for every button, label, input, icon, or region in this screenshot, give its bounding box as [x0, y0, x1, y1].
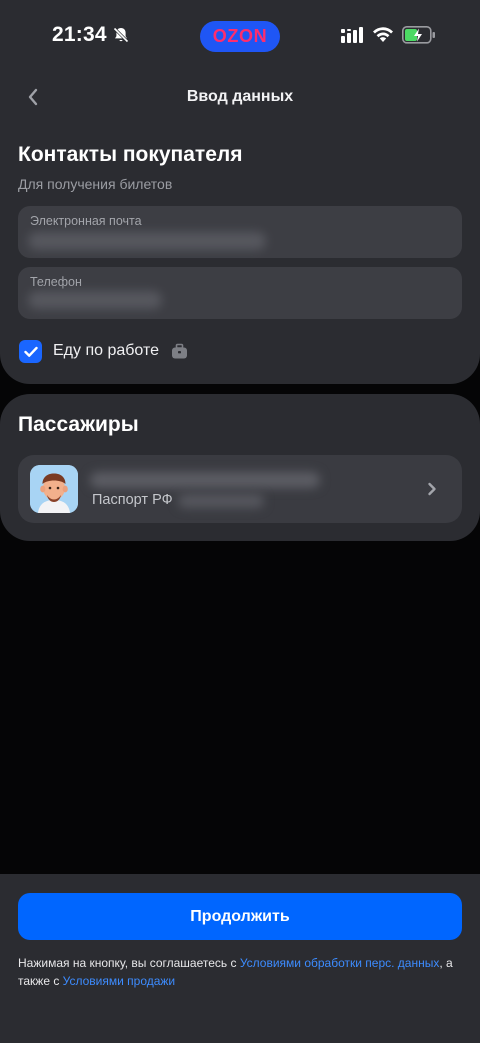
passenger-avatar	[30, 465, 78, 513]
contacts-subtitle: Для получения билетов	[18, 176, 173, 192]
work-trip-checkbox[interactable]	[19, 340, 42, 363]
email-value-redacted	[28, 232, 266, 250]
sales-terms-link[interactable]: Условиями продажи	[63, 974, 175, 988]
bell-muted-icon	[112, 26, 130, 49]
phone-field[interactable]: Телефон	[18, 267, 462, 319]
checkmark-icon	[23, 346, 38, 357]
top-nav: Ввод данных	[0, 72, 480, 120]
ozon-badge[interactable]: OZON	[200, 21, 280, 52]
legal-prefix: Нажимая на кнопку, вы соглашаетесь с	[18, 956, 240, 970]
status-time: 21:34	[52, 23, 107, 46]
phone-value-redacted	[28, 291, 162, 309]
cellular-signal-icon	[341, 27, 363, 48]
status-bar: 21:34 OZON	[0, 0, 480, 72]
work-trip-label[interactable]: Еду по работе	[53, 342, 159, 360]
data-processing-terms-link[interactable]: Условиями обработки перс. данных	[240, 956, 440, 970]
chevron-right-icon	[426, 481, 438, 502]
continue-button[interactable]: Продолжить	[18, 893, 462, 940]
wifi-icon	[372, 25, 394, 48]
passenger-name-redacted	[90, 472, 320, 488]
email-label: Электронная почта	[30, 214, 142, 228]
passport-number-redacted	[178, 494, 264, 508]
legal-text: Нажимая на кнопку, вы соглашаетесь с Усл…	[18, 954, 462, 990]
briefcase-icon	[171, 343, 188, 365]
passengers-heading: Пассажиры	[18, 413, 139, 436]
page-title: Ввод данных	[186, 88, 294, 105]
battery-charging-icon	[402, 26, 436, 49]
passenger-document: Паспорт РФ	[92, 492, 173, 508]
contacts-heading: Контакты покупателя	[18, 143, 243, 166]
email-field[interactable]: Электронная почта	[18, 206, 462, 258]
ozon-logo-text: OZON	[212, 26, 268, 46]
passenger-card[interactable]: Паспорт РФ	[18, 455, 462, 523]
phone-label: Телефон	[30, 275, 82, 289]
